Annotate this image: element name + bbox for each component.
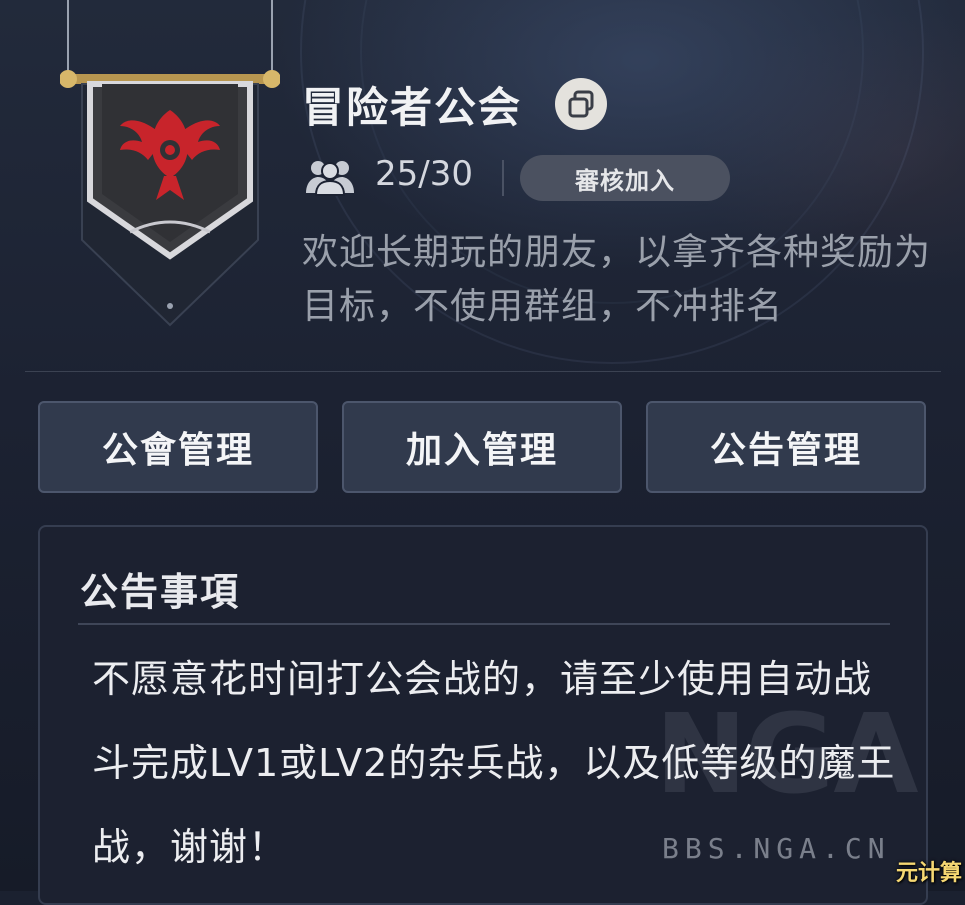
join-management-button[interactable]: 加入管理 <box>342 401 622 493</box>
member-count: 25/30 <box>375 154 473 194</box>
nga-watermark-logo: NGA <box>655 690 918 818</box>
notice-management-button[interactable]: 公告管理 <box>646 401 926 493</box>
notice-title: 公告事項 <box>80 570 241 614</box>
guild-management-button[interactable]: 公會管理 <box>38 401 318 493</box>
nga-watermark-url: BBS.NGA.CN <box>662 832 891 865</box>
red-phoenix-banner-icon <box>60 0 280 327</box>
header-divider <box>25 371 941 372</box>
notice-divider <box>78 623 890 625</box>
members-icon <box>306 161 354 196</box>
guild-emblem-banner <box>60 0 280 330</box>
join-mode-badge: 審核加入 <box>520 155 730 201</box>
corner-watermark: 元计算 <box>896 861 963 886</box>
copy-button[interactable] <box>555 78 607 130</box>
copy-icon <box>568 90 594 118</box>
guild-description: 欢迎长期玩的朋友，以拿齐各种奖励为目标，不使用群组，不冲排名 <box>302 232 932 327</box>
stat-separator <box>502 160 504 196</box>
guild-name: 冒险者公会 <box>302 83 523 132</box>
